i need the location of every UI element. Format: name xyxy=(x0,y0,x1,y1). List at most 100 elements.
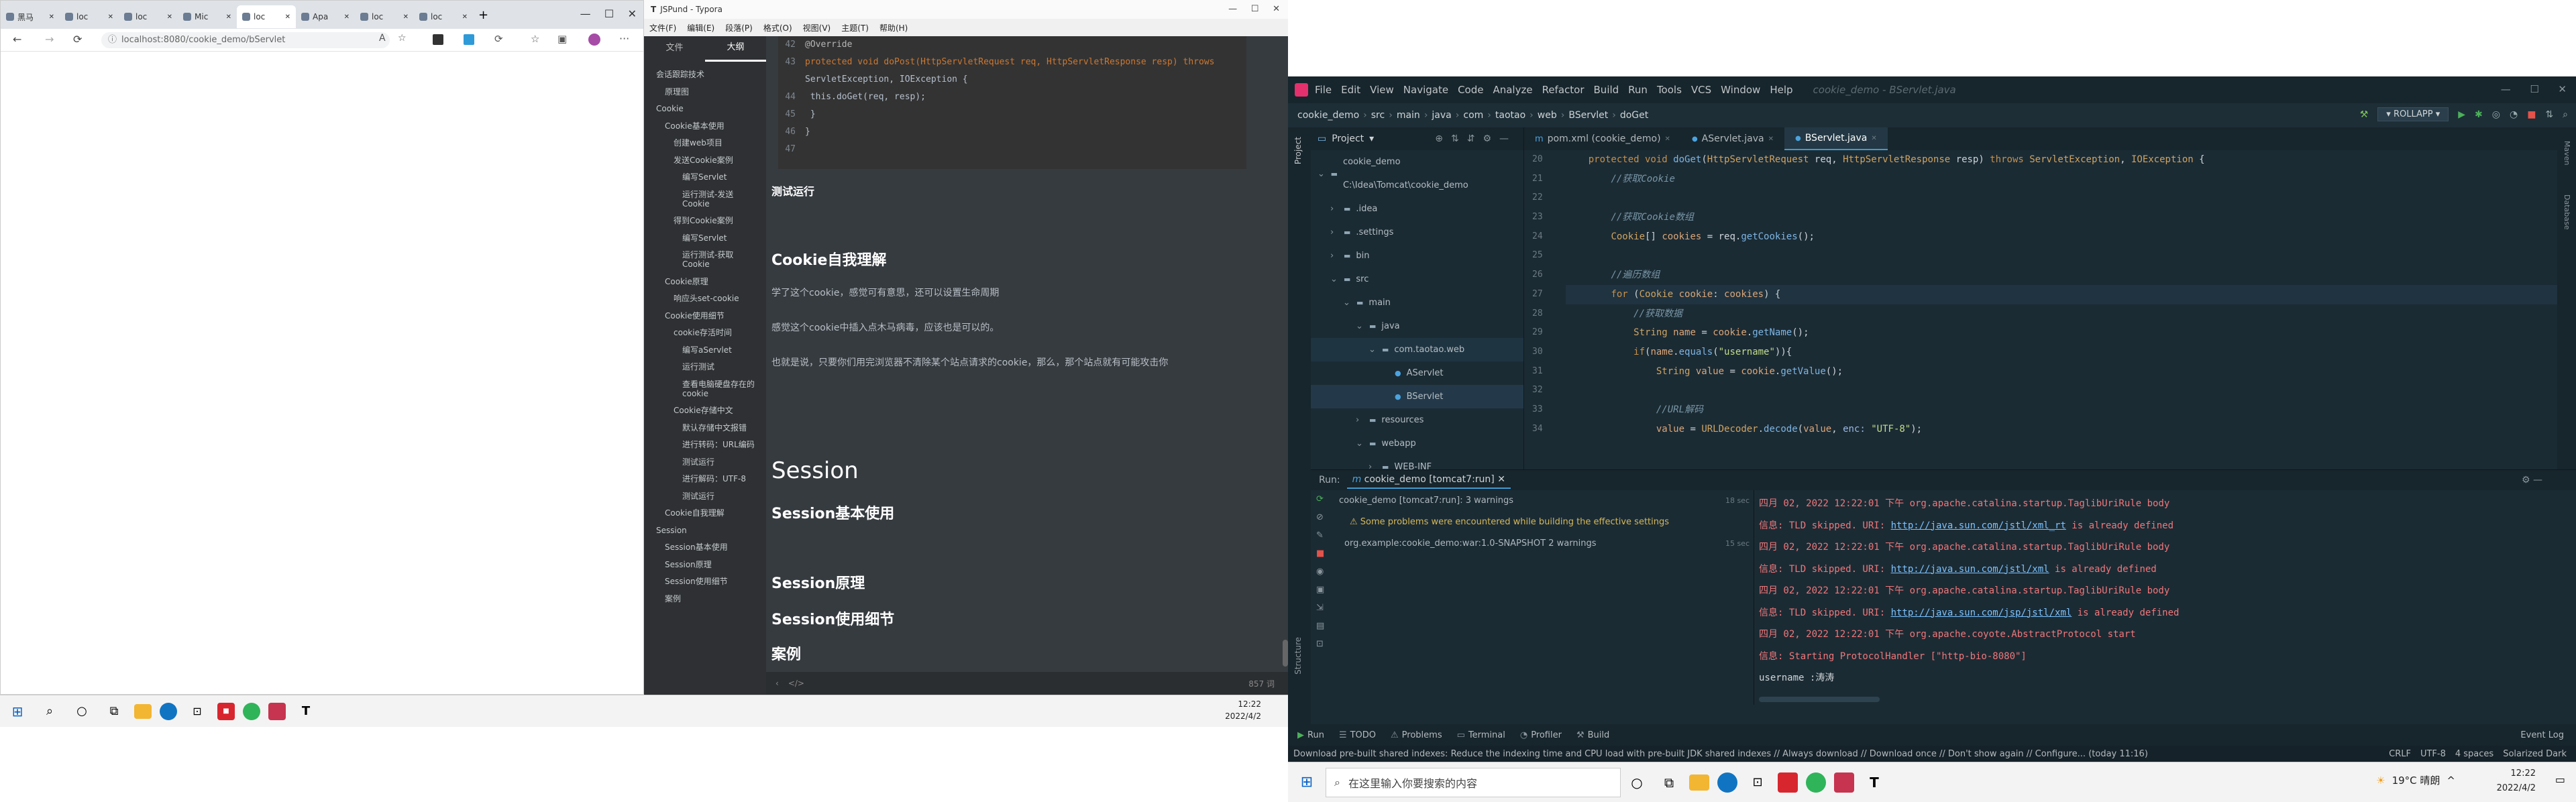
wechat-icon[interactable] xyxy=(243,702,260,720)
database-tool-button[interactable]: Database xyxy=(2563,194,2571,230)
cortana-icon[interactable]: ○ xyxy=(70,699,94,724)
code-editor[interactable]: protected void doGet(HttpServletRequest … xyxy=(1566,150,2565,518)
close-icon[interactable]: ✕ xyxy=(462,13,468,21)
tab-files[interactable]: 文件 xyxy=(644,36,705,60)
wrench-icon[interactable]: ✎ xyxy=(1311,526,1331,545)
run-tree-node[interactable]: org.example:cookie_demo:war:1.0-SNAPSHOT… xyxy=(1334,533,1750,555)
menu-item[interactable]: Refactor xyxy=(1542,84,1585,96)
outline-item[interactable]: Cookie使用细节 xyxy=(644,311,766,321)
settings-icon[interactable]: ⚙ — xyxy=(2522,475,2542,485)
start-icon[interactable]: ⊞ xyxy=(5,699,30,724)
browser-tab[interactable]: loc ✕ xyxy=(414,5,473,28)
print-icon[interactable]: ▤ xyxy=(1311,617,1331,635)
outline-item[interactable]: 测试运行 xyxy=(644,457,766,467)
toggle-icon[interactable]: ⊘ xyxy=(1311,508,1331,526)
run-config-select[interactable]: ▾ ROLLAPP ▾ xyxy=(2377,107,2449,121)
menu-item[interactable]: 帮助(H) xyxy=(879,22,908,34)
camera-icon[interactable]: ▣ xyxy=(1311,581,1331,599)
cortana-icon[interactable]: ○ xyxy=(1625,770,1649,795)
tree-node[interactable]: › ▬ .settings xyxy=(1311,221,1523,244)
console-output[interactable]: 四月 02, 2022 12:22:01 下午 org.apache.catal… xyxy=(1759,493,2530,689)
chevron-icon[interactable]: › xyxy=(1330,197,1341,221)
menu-item[interactable]: 文件(F) xyxy=(649,22,676,34)
app-icon[interactable]: ■ xyxy=(217,702,235,720)
breadcrumb-item[interactable]: taotao xyxy=(1495,110,1525,121)
menu-item[interactable]: View xyxy=(1370,84,1394,96)
outline-item[interactable]: 编写Servlet xyxy=(644,172,766,182)
export-icon[interactable]: ⇲ xyxy=(1311,599,1331,617)
url-input[interactable]: ⓘ localhost:8080/cookie_demo/bServlet xyxy=(101,32,390,48)
maximize-icon[interactable]: ☐ xyxy=(604,7,614,20)
avatar[interactable] xyxy=(588,34,600,46)
menu-item[interactable]: 格式(O) xyxy=(763,22,792,34)
panel-actions[interactable]: ⊕⇅⇵⚙— xyxy=(1435,133,1517,144)
notification-icon[interactable]: ▭ xyxy=(2555,773,2565,786)
close-icon[interactable]: ✕ xyxy=(226,13,231,21)
browser-tab[interactable]: Apa ✕ xyxy=(296,5,355,28)
chevron-icon[interactable]: ⌄ xyxy=(1356,314,1366,338)
event-log-button[interactable]: Event Log xyxy=(2520,730,2564,740)
tree-node[interactable]: › ▬ bin xyxy=(1311,244,1523,268)
favorites-bar-icon[interactable]: ☆ xyxy=(531,33,539,45)
chevron-down-icon[interactable]: ▾ xyxy=(1369,133,1374,144)
chevron-icon[interactable]: ⌄ xyxy=(1368,338,1379,361)
scrollbar[interactable] xyxy=(1283,640,1288,667)
outline-item[interactable]: 得到Cookie案例 xyxy=(644,216,766,225)
tool-window-tab[interactable]: ▶ Run xyxy=(1297,730,1324,740)
file-explorer-icon[interactable] xyxy=(134,703,152,719)
typora-icon[interactable]: T xyxy=(1862,770,1886,795)
typora-icon[interactable]: T xyxy=(294,699,318,724)
chevron-icon[interactable]: ⌄ xyxy=(1318,162,1328,186)
close-icon[interactable]: ✕ xyxy=(1273,4,1280,14)
back-icon[interactable]: ‹ xyxy=(775,679,779,688)
breadcrumb-item[interactable]: src xyxy=(1371,110,1385,121)
extension-icon[interactable] xyxy=(433,34,443,45)
outline-item[interactable]: 进行转码：URL编码 xyxy=(644,440,766,449)
coverage-icon[interactable]: ◎ xyxy=(2492,109,2500,120)
outline-item[interactable]: 案例 xyxy=(644,594,766,604)
outline-item[interactable]: 默认存储中文报错 xyxy=(644,423,766,433)
favorite-icon[interactable]: ☆ xyxy=(398,33,407,44)
build-icon[interactable]: ⚒ xyxy=(2360,109,2369,120)
tree-node[interactable]: ● AServlet xyxy=(1311,361,1523,385)
chevron-icon[interactable]: ⌄ xyxy=(1343,291,1354,314)
maven-tool-button[interactable]: Maven xyxy=(2563,141,2571,165)
tree-node[interactable]: ⌄ ▬ src xyxy=(1311,268,1523,291)
source-mode-button[interactable]: </> xyxy=(788,679,804,688)
menu-item[interactable]: File xyxy=(1315,84,1332,96)
eye-icon[interactable]: ◉ xyxy=(1311,563,1331,581)
tool-window-tab[interactable]: ☰ TODO xyxy=(1339,730,1376,740)
menu-item[interactable]: 主题(T) xyxy=(841,22,869,34)
status-message[interactable]: Download pre-built shared indexes: Reduc… xyxy=(1293,749,2219,759)
minimize-icon[interactable]: — xyxy=(580,7,591,20)
close-icon[interactable]: ✕ xyxy=(285,13,290,21)
outline-item[interactable]: Session使用细节 xyxy=(644,577,766,586)
tree-node[interactable]: › ▬ .idea xyxy=(1311,197,1523,221)
menu-item[interactable]: Help xyxy=(1770,84,1792,96)
vcs-icon[interactable]: ⇅ xyxy=(2545,109,2553,120)
breadcrumb-item[interactable]: doGet xyxy=(1620,110,1648,121)
close-icon[interactable]: ✕ xyxy=(108,13,113,21)
status-item[interactable]: UTF-8 xyxy=(2420,749,2446,759)
menu-item[interactable]: Edit xyxy=(1341,84,1360,96)
outline-item[interactable]: Cookie自我理解 xyxy=(644,508,766,518)
chevron-icon[interactable]: ⌄ xyxy=(1330,268,1341,291)
debug-icon[interactable]: ✱ xyxy=(2475,109,2483,120)
tree-node[interactable]: ⌄ ▬ com.taotao.web xyxy=(1311,338,1523,361)
start-icon[interactable]: ⊞ xyxy=(1295,770,1319,795)
collections-icon[interactable]: ▣ xyxy=(557,33,567,45)
minimize-icon[interactable]: — xyxy=(1228,4,1237,14)
run-tree-node[interactable]: ⚠ Some problems were encountered while b… xyxy=(1334,512,1750,533)
editor-tab[interactable]: ● BServlet.java ✕ xyxy=(1784,127,1888,150)
run-icon[interactable]: ▶ xyxy=(2458,109,2465,120)
file-explorer-icon[interactable] xyxy=(1689,774,1709,791)
tab-outline[interactable]: 大纲 xyxy=(705,36,766,62)
menu-item[interactable]: Navigate xyxy=(1403,84,1448,96)
breadcrumb-item[interactable]: cookie_demo xyxy=(1297,110,1359,121)
menu-item[interactable]: Window xyxy=(1721,84,1760,96)
close-icon[interactable]: ✕ xyxy=(167,13,172,21)
outline-item[interactable]: Session原理 xyxy=(644,560,766,569)
tool-window-tab[interactable]: ⚒ Build xyxy=(1576,730,1609,740)
refresh-icon[interactable]: ⟳ xyxy=(73,33,82,46)
run-tab[interactable]: m cookie_demo [tomcat7:run] ✕ xyxy=(1346,471,1511,489)
